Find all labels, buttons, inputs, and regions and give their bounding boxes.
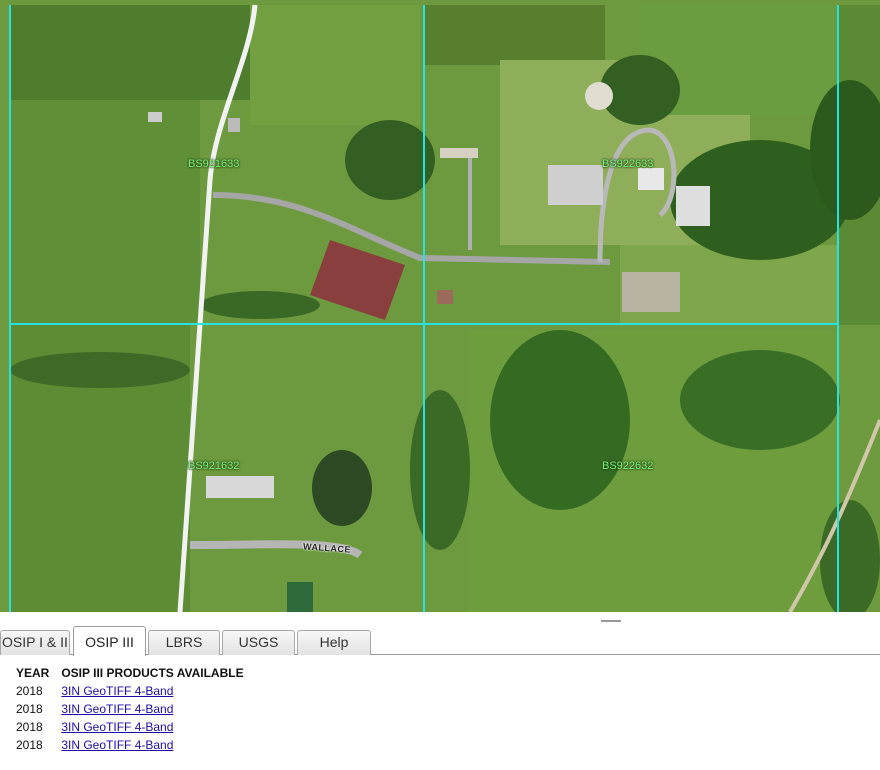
tab-osip-iii[interactable]: OSIP III	[73, 626, 146, 656]
table-row: 2018 3IN GeoTIFF 4-Band	[10, 736, 250, 754]
table-row: 2018 3IN GeoTIFF 4-Band	[10, 718, 250, 736]
year-column-header: YEAR	[16, 666, 50, 680]
splitter-grip-icon[interactable]	[601, 620, 621, 622]
table-header-row: YEAR OSIP III PRODUCTS AVAILABLE	[10, 664, 250, 682]
year-cell: 2018	[16, 720, 43, 734]
product-cell: 3IN GeoTIFF 4-Band	[55, 700, 249, 718]
tab-usgs[interactable]: USGS	[222, 630, 295, 655]
aerial-map[interactable]: BS921633 BS922633 BS921632 BS922632 WALL…	[0, 0, 880, 612]
year-cell: 2018	[16, 684, 43, 698]
table-row: 2018 3IN GeoTIFF 4-Band	[10, 700, 250, 718]
aerial-imagery	[0, 0, 880, 612]
tile-label-se: BS922632	[602, 460, 654, 472]
year-cell: 2018	[16, 738, 43, 752]
products-table: YEAR OSIP III PRODUCTS AVAILABLE 2018 3I…	[10, 664, 250, 754]
product-download-link[interactable]: 3IN GeoTIFF 4-Band	[61, 684, 173, 698]
tab-osip-i-ii[interactable]: OSIP I & II	[0, 630, 70, 655]
panel-splitter[interactable]	[0, 612, 880, 626]
product-cell: 3IN GeoTIFF 4-Band	[55, 682, 249, 700]
products-panel: YEAR OSIP III PRODUCTS AVAILABLE 2018 3I…	[0, 656, 880, 770]
tile-label-sw: BS921632	[188, 460, 240, 472]
tab-bar: OSIP I & II OSIP III LBRS USGS Help	[0, 626, 880, 656]
product-cell: 3IN GeoTIFF 4-Band	[55, 736, 249, 754]
product-cell: 3IN GeoTIFF 4-Band	[55, 718, 249, 736]
tile-label-nw: BS921633	[188, 158, 240, 170]
year-cell: 2018	[16, 702, 43, 716]
product-download-link[interactable]: 3IN GeoTIFF 4-Band	[61, 720, 173, 734]
tab-help[interactable]: Help	[297, 630, 371, 655]
table-row: 2018 3IN GeoTIFF 4-Band	[10, 682, 250, 700]
tile-label-ne: BS922633	[602, 158, 654, 170]
tab-lbrs[interactable]: LBRS	[148, 630, 220, 655]
product-download-link[interactable]: 3IN GeoTIFF 4-Band	[61, 738, 173, 752]
product-download-link[interactable]: 3IN GeoTIFF 4-Band	[61, 702, 173, 716]
products-column-header: OSIP III PRODUCTS AVAILABLE	[61, 666, 244, 680]
